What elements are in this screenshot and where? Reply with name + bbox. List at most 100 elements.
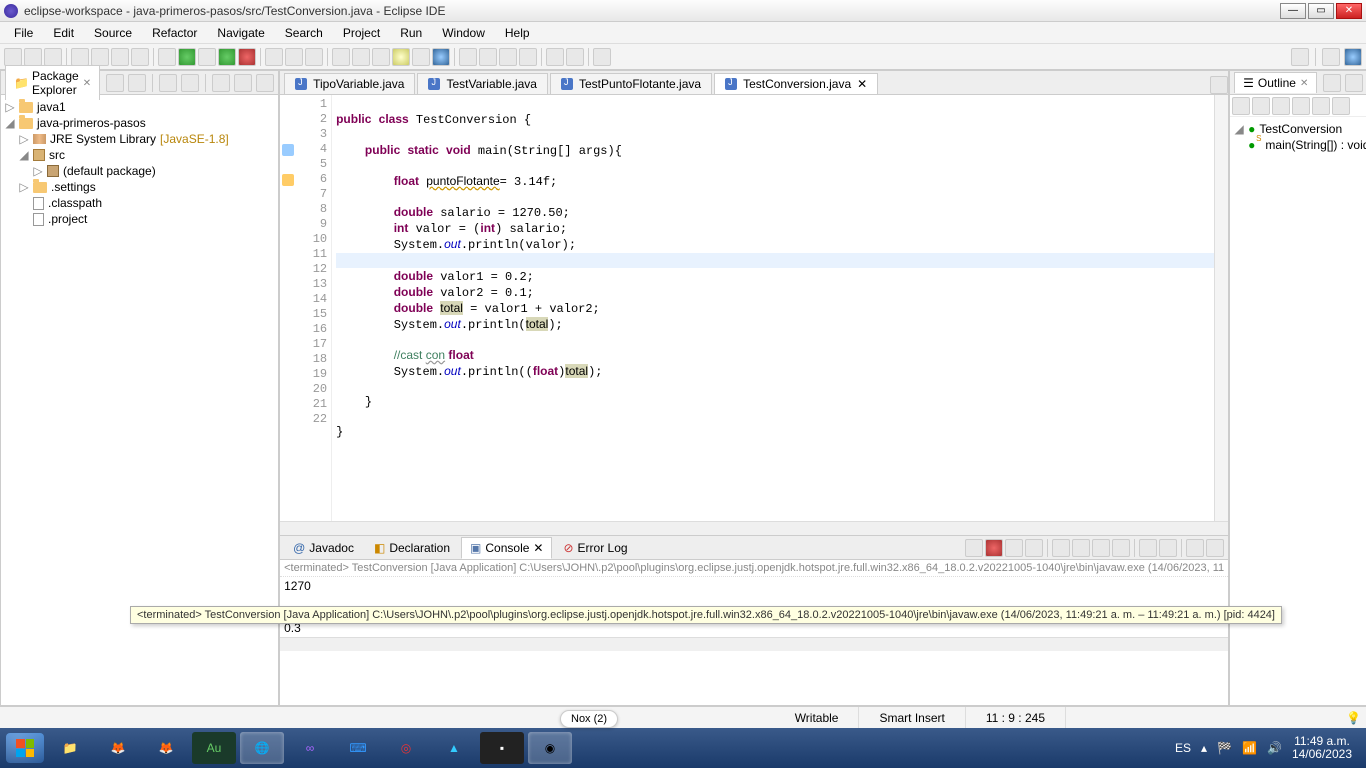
menu-edit[interactable]: Edit bbox=[45, 24, 82, 42]
tree-item[interactable]: .classpath bbox=[48, 196, 102, 210]
view-menu-icon[interactable] bbox=[212, 74, 230, 92]
system-tray[interactable]: ES ▴ 🏁 📶 🔊 11:49 a.m. 14/06/2023 bbox=[1175, 735, 1360, 761]
tb-btn[interactable] bbox=[91, 48, 109, 66]
tree-item[interactable]: java1 bbox=[37, 100, 66, 114]
menu-source[interactable]: Source bbox=[86, 24, 140, 42]
editor-tab[interactable]: TipoVariable.java bbox=[284, 73, 415, 94]
minimize-view-icon[interactable] bbox=[1186, 539, 1204, 557]
chrome-task[interactable]: 🌐 bbox=[240, 732, 284, 764]
overview-ruler[interactable] bbox=[1214, 95, 1228, 521]
coverage-button[interactable] bbox=[198, 48, 216, 66]
tb-btn[interactable] bbox=[111, 48, 129, 66]
menu-run[interactable]: Run bbox=[392, 24, 430, 42]
code-area[interactable]: public class TestConversion { public sta… bbox=[332, 95, 1214, 521]
ext-tools-button[interactable] bbox=[238, 48, 256, 66]
new-class-button[interactable] bbox=[285, 48, 303, 66]
view-menu-icon[interactable] bbox=[1323, 74, 1341, 92]
forward-button[interactable] bbox=[566, 48, 584, 66]
tb-btn[interactable] bbox=[71, 48, 89, 66]
remove-launch-button[interactable] bbox=[1005, 539, 1023, 557]
maximize-view-icon[interactable] bbox=[256, 74, 274, 92]
menu-file[interactable]: File bbox=[6, 24, 41, 42]
firefox-task[interactable]: 🦊 bbox=[96, 732, 140, 764]
outline-tool[interactable] bbox=[1292, 97, 1310, 115]
close-icon[interactable]: ✕ bbox=[533, 541, 543, 555]
outline-tool[interactable] bbox=[1332, 97, 1350, 115]
terminate-button[interactable] bbox=[985, 539, 1003, 557]
nox-notification[interactable]: Nox (2) bbox=[560, 710, 618, 728]
app-task[interactable]: ◎ bbox=[384, 732, 428, 764]
nox-task[interactable]: ▲ bbox=[432, 732, 476, 764]
outline-class[interactable]: TestConversion bbox=[1259, 122, 1342, 136]
debug-button[interactable] bbox=[158, 48, 176, 66]
open-type-button[interactable] bbox=[305, 48, 323, 66]
firefox-dev-task[interactable]: 🦊 bbox=[144, 732, 188, 764]
outline-tab[interactable]: ☰ Outline ✕ bbox=[1234, 72, 1317, 93]
back-button[interactable] bbox=[546, 48, 564, 66]
minimize-view-icon[interactable] bbox=[234, 74, 252, 92]
cmd-task[interactable]: ▪ bbox=[480, 732, 524, 764]
tree-item[interactable]: .settings bbox=[51, 180, 96, 194]
java-perspective-button[interactable] bbox=[1344, 48, 1362, 66]
quick-access-button[interactable] bbox=[1291, 48, 1309, 66]
menu-navigate[interactable]: Navigate bbox=[209, 24, 272, 42]
tb-btn[interactable] bbox=[372, 48, 390, 66]
outline-tool[interactable] bbox=[1232, 97, 1250, 115]
editor-tab[interactable]: TestPuntoFlotante.java bbox=[550, 73, 712, 94]
tray-chevron-icon[interactable]: ▴ bbox=[1201, 741, 1207, 755]
code-editor[interactable]: 12345678910111213141516171819202122 publ… bbox=[280, 95, 1228, 521]
save-button[interactable] bbox=[24, 48, 42, 66]
pin-button[interactable] bbox=[593, 48, 611, 66]
network-icon[interactable]: 📶 bbox=[1242, 741, 1257, 755]
clock[interactable]: 11:49 a.m. 14/06/2023 bbox=[1292, 735, 1352, 761]
tree-item[interactable]: java-primeros-pasos bbox=[37, 116, 146, 130]
declaration-tab[interactable]: ◧Declaration bbox=[365, 537, 459, 559]
language-indicator[interactable]: ES bbox=[1175, 741, 1191, 755]
tb-btn[interactable] bbox=[392, 48, 410, 66]
h-scrollbar[interactable] bbox=[280, 637, 1228, 651]
menu-window[interactable]: Window bbox=[434, 24, 493, 42]
clear-console-button[interactable] bbox=[1052, 539, 1070, 557]
tb-btn[interactable] bbox=[352, 48, 370, 66]
tb-btn[interactable] bbox=[432, 48, 450, 66]
explorer-task[interactable]: 📁 bbox=[48, 732, 92, 764]
save-all-button[interactable] bbox=[44, 48, 62, 66]
warning-marker-icon[interactable] bbox=[282, 174, 294, 186]
tree-item[interactable]: JRE System Library bbox=[50, 132, 156, 146]
maximize-button[interactable]: ▭ bbox=[1308, 3, 1334, 19]
back-nav-icon[interactable] bbox=[106, 74, 124, 92]
minimize-button[interactable]: — bbox=[1280, 3, 1306, 19]
outline-tool[interactable] bbox=[1312, 97, 1330, 115]
eclipse-task[interactable]: ◉ bbox=[528, 732, 572, 764]
tree-item[interactable]: .project bbox=[48, 212, 87, 226]
tb-btn[interactable] bbox=[131, 48, 149, 66]
tip-icon[interactable]: 💡 bbox=[1346, 711, 1366, 725]
tree-item[interactable]: src bbox=[49, 148, 65, 162]
collapse-all-icon[interactable] bbox=[159, 74, 177, 92]
menu-project[interactable]: Project bbox=[335, 24, 388, 42]
new-button[interactable] bbox=[4, 48, 22, 66]
editor-tab[interactable]: TestVariable.java bbox=[417, 73, 548, 94]
link-editor-icon[interactable] bbox=[181, 74, 199, 92]
tree-item[interactable]: (default package) bbox=[63, 164, 156, 178]
close-icon[interactable]: ✕ bbox=[1300, 78, 1308, 89]
open-perspective-button[interactable] bbox=[1322, 48, 1340, 66]
minimize-view-icon[interactable] bbox=[1345, 74, 1363, 92]
tb-btn[interactable] bbox=[519, 48, 537, 66]
open-console-button[interactable] bbox=[1159, 539, 1177, 557]
outline-method[interactable]: main(String[]) : void bbox=[1265, 138, 1366, 152]
outline-tool[interactable] bbox=[1272, 97, 1290, 115]
outline-tool[interactable] bbox=[1252, 97, 1270, 115]
scroll-lock-button[interactable] bbox=[1072, 539, 1090, 557]
tb-btn[interactable] bbox=[479, 48, 497, 66]
pin-console-button[interactable] bbox=[1112, 539, 1130, 557]
search-button[interactable] bbox=[332, 48, 350, 66]
close-icon[interactable]: ✕ bbox=[83, 78, 91, 89]
javadoc-tab[interactable]: @Javadoc bbox=[284, 537, 363, 559]
tb-btn[interactable] bbox=[499, 48, 517, 66]
flag-icon[interactable]: 🏁 bbox=[1217, 741, 1232, 755]
run-last-button[interactable] bbox=[218, 48, 236, 66]
h-scrollbar[interactable] bbox=[280, 521, 1228, 535]
tb-btn[interactable] bbox=[412, 48, 430, 66]
menu-refactor[interactable]: Refactor bbox=[144, 24, 205, 42]
